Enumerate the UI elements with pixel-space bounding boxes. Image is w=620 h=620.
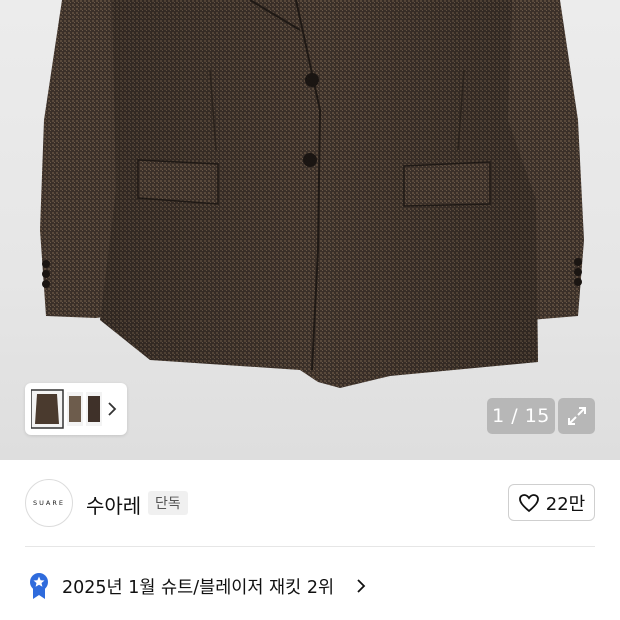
brand-logo-text: SUARE: [33, 499, 65, 507]
like-count: 22만: [545, 493, 586, 515]
ranking-text: 2025년 1월 슈트/블레이저 재킷 2위: [62, 578, 335, 598]
heart-icon: [518, 493, 539, 512]
expand-button[interactable]: [558, 398, 595, 434]
expand-icon: [567, 407, 586, 425]
thumbnail-strip[interactable]: [25, 383, 127, 435]
like-button[interactable]: 22만: [508, 484, 595, 521]
brand-logo[interactable]: SUARE: [25, 479, 73, 527]
exclusive-badge: 단독: [148, 491, 188, 515]
product-image-area[interactable]: 1 / 15: [0, 0, 620, 460]
brand-name[interactable]: 수아레: [86, 490, 141, 519]
chevron-right-icon: [357, 579, 366, 593]
thumbnail-images: [31, 389, 102, 429]
ranking-row[interactable]: 2025년 1월 슈트/블레이저 재킷 2위: [0, 557, 620, 615]
chevron-right-icon: [108, 402, 117, 416]
image-pager: 1 / 15: [487, 398, 555, 434]
divider: [25, 546, 595, 547]
ranking-badge-icon: [30, 573, 48, 599]
brand-row: SUARE 수아레 단독 22만: [0, 460, 620, 546]
